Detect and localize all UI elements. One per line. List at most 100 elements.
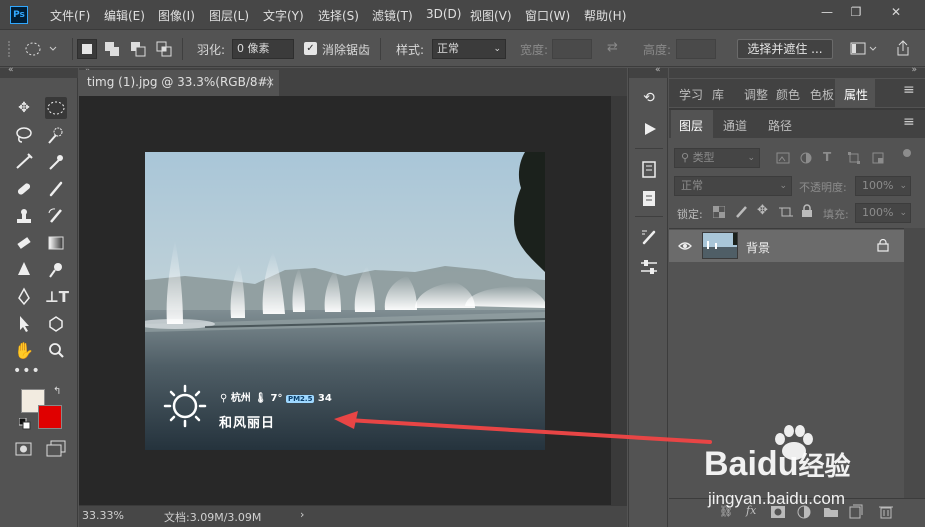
elliptical-marquee-tool-icon[interactable] <box>45 97 67 119</box>
width-input[interactable] <box>552 39 592 59</box>
blend-mode-select[interactable]: 正常 ⌄ <box>674 176 792 196</box>
panel-menu-icon[interactable]: ≡ <box>903 114 915 130</box>
menu-layer[interactable]: 图层(L) <box>209 7 249 24</box>
background-color-swatch[interactable] <box>38 405 62 429</box>
intersect-selection-icon[interactable] <box>156 41 172 57</box>
menu-type[interactable]: 文字(Y) <box>263 7 304 24</box>
collapse-icon[interactable]: « <box>8 65 14 75</box>
notes-panel-icon[interactable] <box>641 190 657 208</box>
menu-select[interactable]: 选择(S) <box>318 7 359 24</box>
menu-filter[interactable]: 滤镜(T) <box>372 7 413 24</box>
history-brush-tool-icon[interactable] <box>45 205 67 227</box>
crop-tool-icon[interactable] <box>13 151 35 173</box>
menu-3d[interactable]: 3D(D) <box>426 7 461 21</box>
tab-properties[interactable]: 属性 <box>844 86 868 103</box>
layer-lock-icon[interactable] <box>877 239 889 252</box>
feather-input[interactable]: 0 像素 <box>232 39 294 59</box>
swap-colors-icon[interactable]: ↰ <box>53 386 61 397</box>
tab-swatches[interactable]: 色板 <box>810 86 834 103</box>
actions-play-icon[interactable] <box>643 122 657 136</box>
tab-channels[interactable]: 通道 <box>723 117 747 134</box>
menu-window[interactable]: 窗口(W) <box>525 7 570 24</box>
brush-tool-icon[interactable] <box>45 178 67 200</box>
tab-color[interactable]: 颜色 <box>776 86 800 103</box>
status-menu-arrow[interactable]: › <box>300 508 304 521</box>
tab-libraries[interactable]: 库 <box>712 86 724 103</box>
height-input[interactable] <box>676 39 716 59</box>
layer-filter-select[interactable]: ⚲ 类型 ⌄ <box>674 148 760 168</box>
lock-pixels-icon[interactable] <box>735 205 749 219</box>
document-tab[interactable]: timg (1).jpg @ 33.3%(RGB/8#) × <box>79 70 279 96</box>
more-tools-icon[interactable]: ••• <box>13 360 40 382</box>
quick-selection-tool-icon[interactable] <box>45 124 67 146</box>
shape-layer-filter-icon[interactable] <box>847 151 861 165</box>
menu-view[interactable]: 视图(V) <box>470 7 512 24</box>
subtract-selection-icon[interactable] <box>130 41 146 57</box>
default-colors-icon[interactable] <box>19 418 31 430</box>
tool-preset-picker[interactable] <box>24 41 58 60</box>
panel-menu-icon[interactable]: ≡ <box>903 82 915 98</box>
fill-input[interactable]: 100% ⌄ <box>855 203 911 223</box>
menu-edit[interactable]: 编辑(E) <box>104 7 145 24</box>
healing-brush-tool-icon[interactable] <box>13 178 35 200</box>
close-window-button[interactable]: ✕ <box>885 3 907 21</box>
eraser-tool-icon[interactable] <box>13 232 35 254</box>
opacity-input[interactable]: 100% ⌄ <box>855 176 911 196</box>
lock-label: 锁定: <box>677 208 703 221</box>
share-icon[interactable] <box>894 39 912 57</box>
history-panel-icon[interactable]: ⟲ <box>637 90 661 110</box>
brush-settings-icon[interactable] <box>640 228 658 246</box>
menu-image[interactable]: 图像(I) <box>158 7 195 24</box>
lock-artboard-icon[interactable] <box>779 205 793 219</box>
adjustment-layer-filter-icon[interactable] <box>799 151 813 165</box>
lasso-tool-icon[interactable] <box>13 124 35 146</box>
zoom-tool-icon[interactable] <box>45 340 67 362</box>
collapse-icon[interactable]: « <box>655 65 661 75</box>
minimize-button[interactable]: — <box>816 3 838 21</box>
shape-tool-icon[interactable] <box>45 313 67 335</box>
dodge-tool-icon[interactable] <box>45 259 67 281</box>
move-tool-icon[interactable]: ✥ <box>13 97 35 119</box>
type-tool-icon[interactable]: ⊥T <box>45 286 69 308</box>
close-tab-icon[interactable]: × <box>265 70 275 94</box>
tab-paths[interactable]: 路径 <box>768 117 792 134</box>
add-selection-icon[interactable] <box>104 41 120 57</box>
select-and-mask-button[interactable]: 选择并遮住 ... <box>737 39 833 59</box>
watermark-brand-bai: Bai <box>704 445 757 483</box>
menu-file[interactable]: 文件(F) <box>50 7 90 24</box>
tab-learn[interactable]: 学习 <box>679 86 703 103</box>
quick-mask-icon[interactable] <box>14 440 34 458</box>
swap-dimensions-icon[interactable]: ⇄ <box>607 40 618 55</box>
properties-panel-icon[interactable] <box>641 161 657 179</box>
eyedropper-tool-icon[interactable] <box>45 151 67 173</box>
lock-transparent-icon[interactable] <box>713 206 725 218</box>
layer-name[interactable]: 背景 <box>746 239 770 256</box>
pixel-layer-filter-icon[interactable] <box>776 151 790 165</box>
zoom-level[interactable]: 33.33% <box>82 509 124 522</box>
adjustments-sliders-icon[interactable] <box>640 258 658 276</box>
type-layer-filter-icon[interactable]: T <box>823 150 831 164</box>
pen-tool-icon[interactable] <box>13 286 35 308</box>
style-select[interactable]: 正常 ⌄ <box>432 39 506 59</box>
gradient-tool-icon[interactable] <box>45 232 67 254</box>
expand-icon[interactable]: » <box>911 65 917 75</box>
antialias-checkbox[interactable]: ✓ <box>304 42 317 55</box>
new-selection-button[interactable] <box>77 39 97 59</box>
blur-tool-icon[interactable] <box>13 259 35 281</box>
menu-help[interactable]: 帮助(H) <box>584 7 626 24</box>
smart-object-filter-icon[interactable] <box>871 151 885 165</box>
path-selection-tool-icon[interactable] <box>13 313 35 335</box>
screen-mode-icon[interactable] <box>45 440 67 458</box>
fill-label: 填充: <box>823 208 849 221</box>
lock-all-icon[interactable] <box>801 204 813 218</box>
layer-row[interactable]: 背景 <box>669 230 904 262</box>
filter-toggle[interactable] <box>903 149 911 157</box>
hand-tool-icon[interactable]: ✋ <box>13 340 35 362</box>
restore-button[interactable]: ❐ <box>845 3 867 21</box>
workspace-icon[interactable] <box>850 42 878 56</box>
eye-visibility-icon[interactable] <box>678 240 692 252</box>
tab-layers[interactable]: 图层 <box>679 117 703 134</box>
lock-position-icon[interactable]: ✥ <box>757 203 768 218</box>
clone-stamp-tool-icon[interactable] <box>13 205 35 227</box>
tab-adjustments[interactable]: 调整 <box>744 86 768 103</box>
